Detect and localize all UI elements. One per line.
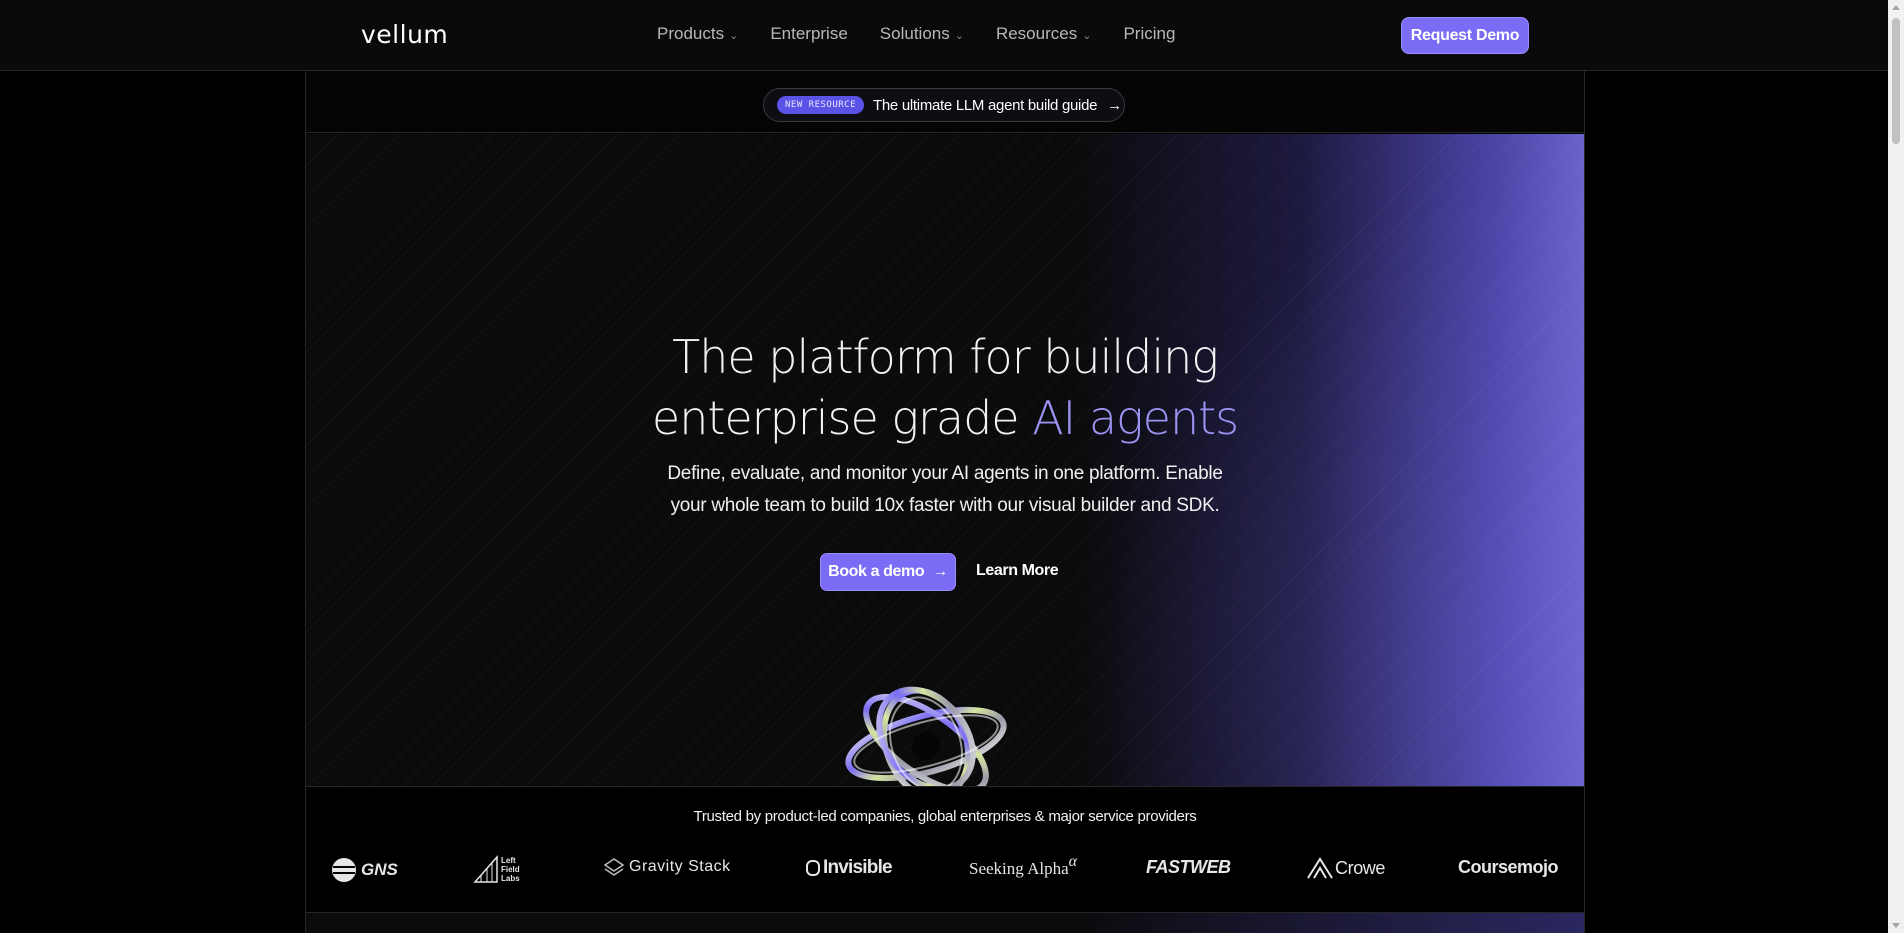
- main-menu: Products ⌄ Enterprise Solutions ⌄ Resour…: [657, 24, 1207, 44]
- chevron-down-icon: ⌄: [729, 29, 739, 42]
- hero-3d-orb-graphic: [845, 686, 1007, 786]
- coursemojo-logo: Coursemojo: [1458, 857, 1559, 878]
- nav-enterprise-label: Enterprise: [770, 24, 848, 43]
- nav-products-label: Products: [657, 24, 725, 43]
- gravity-stack-mark-icon: [603, 858, 625, 876]
- nav-resources[interactable]: Resources ⌄: [996, 24, 1091, 44]
- hero-subtext: Define, evaluate, and monitor your AI ag…: [306, 458, 1584, 522]
- gns-wordmark: GNS: [361, 860, 398, 879]
- left-field-labs-wordmark: Left Field Labs: [501, 856, 520, 883]
- crowe-mark-icon: [1307, 857, 1333, 879]
- nav-pricing-label: Pricing: [1123, 24, 1176, 43]
- seeking-alpha-logo: Seeking Alpha α: [969, 853, 1077, 879]
- trusted-by-section: Trusted by product-led companies, global…: [305, 786, 1585, 913]
- hero-section: The platform for building enterprise gra…: [306, 134, 1584, 786]
- subtext-line-2: your whole team to build 10x faster with…: [670, 495, 1220, 516]
- page-scrollbar[interactable]: [1888, 0, 1904, 933]
- left-field-labs-line-2: Field: [501, 864, 520, 874]
- new-resource-pill[interactable]: NEW RESOURCE The ultimate LLM agent buil…: [763, 88, 1125, 122]
- gravity-stack-wordmark: Gravity Stack: [629, 858, 731, 875]
- invisible-wordmark: Invisible: [823, 857, 893, 878]
- new-resource-badge: NEW RESOURCE: [777, 96, 865, 114]
- nav-solutions[interactable]: Solutions ⌄: [880, 24, 964, 44]
- nav-pricing[interactable]: Pricing: [1123, 24, 1175, 44]
- next-section-preview: [306, 913, 1584, 933]
- request-demo-button[interactable]: Request Demo: [1401, 17, 1529, 54]
- learn-more-link[interactable]: Learn More: [976, 562, 1059, 580]
- crowe-wordmark: Crowe: [1335, 857, 1386, 878]
- left-field-labs-line-1: Left: [501, 855, 516, 865]
- invisible-mark-icon: [806, 860, 820, 876]
- headline-line-2: enterprise grade AI agents: [306, 388, 1584, 449]
- top-navigation: vellum Products ⌄ Enterprise Solutions ⌄…: [0, 0, 1888, 71]
- coursemojo-wordmark: Coursemojo: [1458, 857, 1559, 877]
- headline-plain: enterprise grade: [651, 391, 1033, 445]
- invisible-logo: Invisible: [806, 857, 893, 879]
- alpha-symbol: α: [1068, 853, 1078, 870]
- nav-solutions-label: Solutions: [879, 24, 950, 43]
- left-field-labs-mark-icon: [473, 855, 498, 883]
- arrow-right-icon: →: [932, 563, 948, 580]
- chevron-down-icon: ⌄: [1082, 29, 1092, 42]
- gns-mark-icon: [332, 858, 356, 882]
- fastweb-logo: FASTWEB: [1146, 857, 1231, 878]
- book-demo-button[interactable]: Book a demo →: [820, 553, 956, 591]
- scroll-up-arrow-icon[interactable]: [1892, 5, 1900, 10]
- hero-headline: The platform for building enterprise gra…: [306, 327, 1584, 449]
- gravity-stack-logo: Gravity Stack: [603, 857, 731, 877]
- seeking-alpha-wordmark: Seeking Alpha: [969, 859, 1069, 878]
- nav-resources-label: Resources: [995, 24, 1078, 43]
- headline-accent: AI agents: [1032, 391, 1239, 445]
- scroll-down-arrow-icon[interactable]: [1892, 923, 1900, 928]
- book-demo-label: Book a demo: [828, 563, 925, 580]
- crowe-logo: Crowe: [1307, 857, 1385, 879]
- chevron-down-icon: ⌄: [954, 29, 964, 42]
- banner-text: The ultimate LLM agent build guide: [873, 96, 1098, 114]
- trusted-by-text: Trusted by product-led companies, global…: [693, 808, 1197, 825]
- fastweb-wordmark: FASTWEB: [1146, 857, 1231, 877]
- left-field-labs-logo: Left Field Labs: [473, 855, 520, 883]
- nav-enterprise[interactable]: Enterprise: [770, 24, 847, 44]
- vellum-logo[interactable]: vellum: [361, 20, 448, 49]
- gns-logo: GNS: [330, 857, 398, 883]
- scrollbar-thumb[interactable]: [1892, 18, 1900, 144]
- left-field-labs-line-3: Labs: [501, 873, 520, 883]
- arrow-right-icon: →: [1107, 96, 1123, 114]
- headline-line-1: The platform for building: [672, 330, 1219, 384]
- subtext-line-1: Define, evaluate, and monitor your AI ag…: [667, 463, 1223, 484]
- nav-products[interactable]: Products ⌄: [657, 24, 738, 44]
